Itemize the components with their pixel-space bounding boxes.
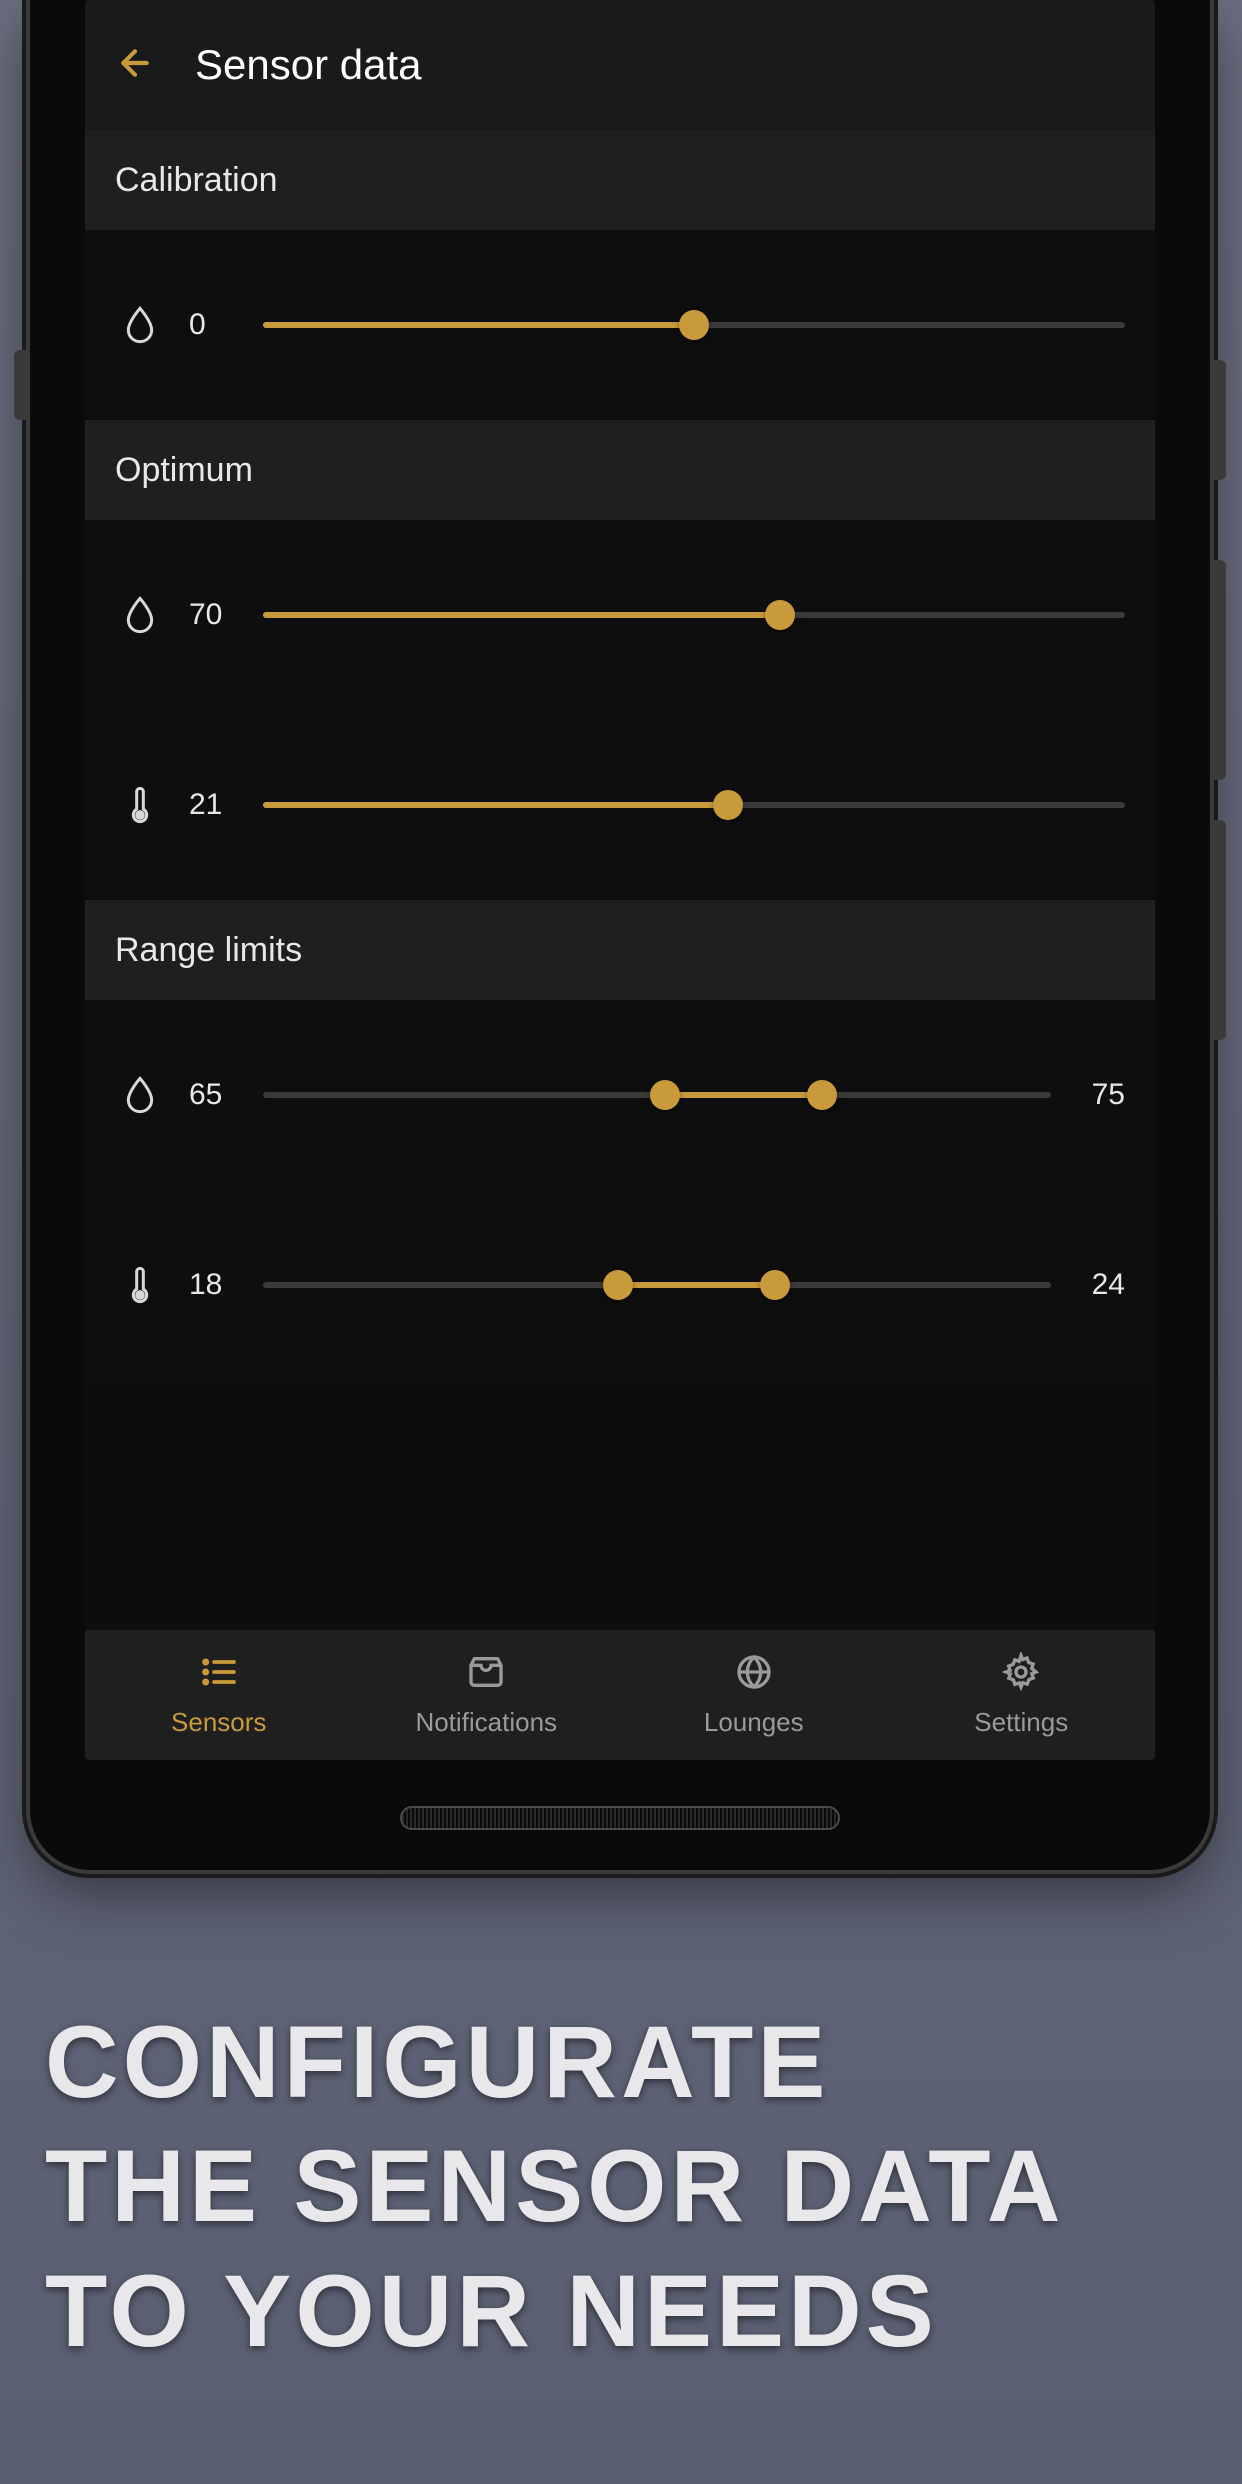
side-button-volume-down (1214, 820, 1226, 1040)
nav-lounges[interactable]: Lounges (620, 1652, 888, 1738)
nav-settings-label: Settings (974, 1707, 1068, 1738)
optimum-temperature-slider[interactable] (263, 790, 1125, 820)
inbox-icon (464, 1652, 508, 1699)
speaker-grill (400, 1806, 840, 1830)
optimum-humidity-row: 70 (85, 520, 1155, 710)
range-temperature-low-value: 18 (189, 1268, 239, 1302)
range-temperature-slider[interactable] (263, 1270, 1051, 1300)
drop-icon (115, 1073, 165, 1117)
marketing-caption: CONFIGURATE THE SENSOR DATA TO YOUR NEED… (45, 2000, 1197, 2373)
section-range-header: Range limits (85, 900, 1155, 1000)
section-optimum-header: Optimum (85, 420, 1155, 520)
optimum-humidity-slider[interactable] (263, 600, 1125, 630)
drop-icon (115, 303, 165, 347)
nav-lounges-label: Lounges (704, 1707, 804, 1738)
side-button-left (14, 350, 26, 420)
header-bar: Sensor data (85, 0, 1155, 130)
marketing-line-1: CONFIGURATE (45, 2000, 1197, 2124)
thermometer-icon (115, 783, 165, 827)
calibration-humidity-slider[interactable] (263, 310, 1125, 340)
range-humidity-row: 65 75 (85, 1000, 1155, 1190)
optimum-temperature-value: 21 (189, 788, 239, 822)
optimum-temperature-row: 21 (85, 710, 1155, 900)
nav-notifications-label: Notifications (415, 1707, 557, 1738)
page-title: Sensor data (195, 41, 422, 89)
globe-icon (732, 1652, 776, 1699)
calibration-humidity-value: 0 (189, 308, 239, 342)
drop-icon (115, 593, 165, 637)
nav-sensors[interactable]: Sensors (85, 1652, 353, 1738)
range-temperature-row: 18 24 (85, 1190, 1155, 1380)
marketing-line-3: TO YOUR NEEDS (45, 2249, 1197, 2373)
optimum-humidity-value: 70 (189, 598, 239, 632)
phone-frame: Sensor data Calibration 0 Optimum 70 (30, 0, 1210, 1870)
bottom-nav: Sensors Notifications Lounges Settings (85, 1630, 1155, 1760)
app-screen: Sensor data Calibration 0 Optimum 70 (85, 0, 1155, 1760)
calibration-humidity-row: 0 (85, 230, 1155, 420)
nav-settings[interactable]: Settings (888, 1652, 1156, 1738)
side-button-power (1214, 360, 1226, 480)
range-humidity-low-value: 65 (189, 1078, 239, 1112)
range-humidity-slider[interactable] (263, 1080, 1051, 1110)
thermometer-icon (115, 1263, 165, 1307)
range-temperature-high-value: 24 (1075, 1268, 1125, 1302)
nav-notifications[interactable]: Notifications (353, 1652, 621, 1738)
list-icon (197, 1652, 241, 1699)
gear-icon (999, 1652, 1043, 1699)
back-icon[interactable] (115, 43, 155, 88)
side-button-volume-up (1214, 560, 1226, 780)
nav-sensors-label: Sensors (171, 1707, 266, 1738)
range-humidity-high-value: 75 (1075, 1078, 1125, 1112)
section-calibration-header: Calibration (85, 130, 1155, 230)
marketing-line-2: THE SENSOR DATA (45, 2124, 1197, 2248)
